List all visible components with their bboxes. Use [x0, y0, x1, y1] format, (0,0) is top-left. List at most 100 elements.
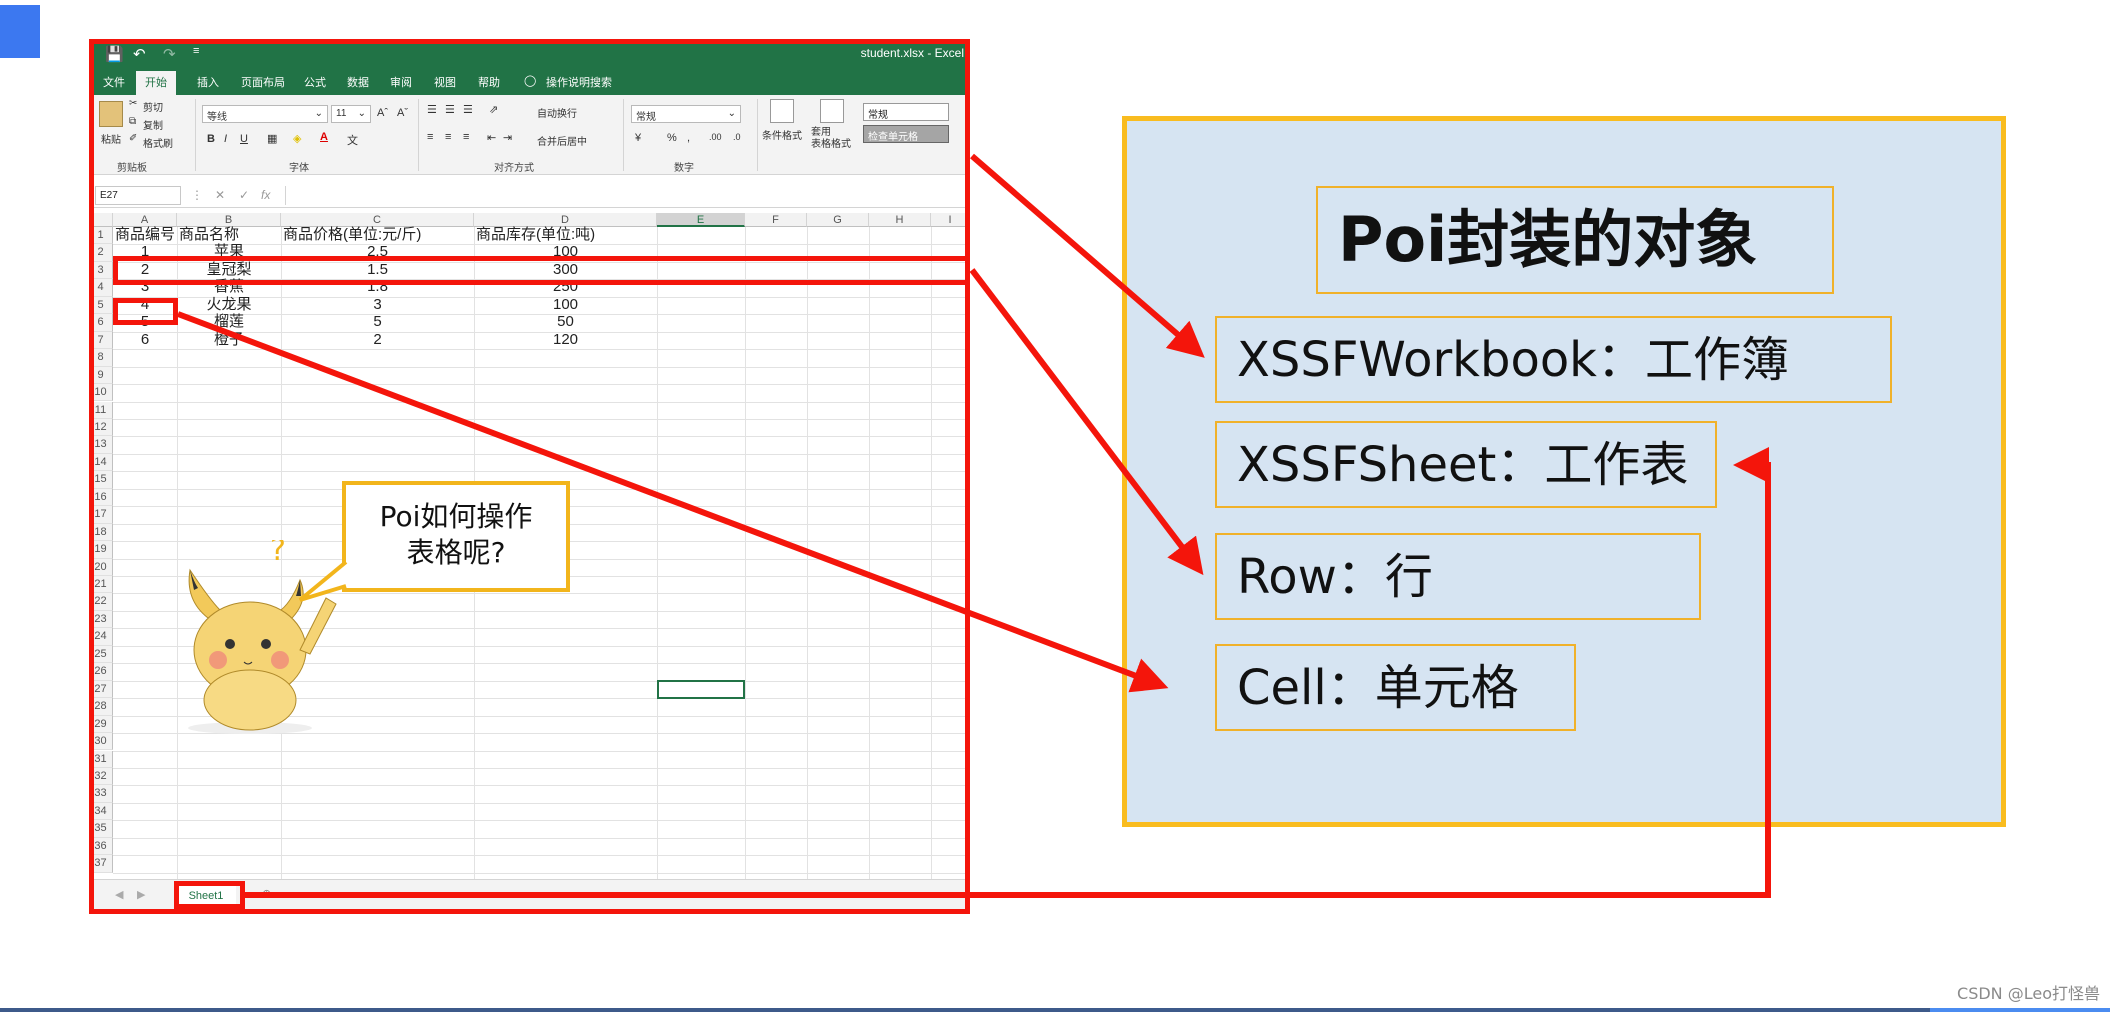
align-left-icon[interactable]: ≡ [427, 131, 433, 143]
bold-button[interactable]: B [207, 133, 215, 145]
row-header[interactable]: 23 [89, 610, 113, 629]
cell[interactable]: 火龙果 [177, 296, 281, 313]
copy-button[interactable]: 复制 [143, 117, 163, 132]
column-header-i[interactable]: I [931, 213, 970, 227]
cut-button[interactable]: 剪切 [143, 99, 163, 114]
row-header[interactable]: 28 [89, 698, 113, 716]
name-box[interactable]: E27 [95, 186, 181, 205]
row-header[interactable]: 24 [89, 628, 113, 646]
row-header[interactable]: 35 [89, 820, 113, 838]
conditional-format-icon[interactable] [770, 99, 794, 123]
column-header-c[interactable]: C [281, 213, 474, 227]
column-header-a[interactable]: A [113, 213, 177, 227]
paste-icon[interactable] [99, 101, 123, 127]
paste-label[interactable]: 粘贴 [101, 131, 121, 146]
next-sheet-icon[interactable]: ▶ [137, 888, 145, 901]
cell[interactable]: 商品名称 [179, 226, 239, 243]
tab-formulas[interactable]: 公式 [304, 74, 326, 90]
align-top-icon[interactable]: ☰ [427, 103, 437, 116]
row-header[interactable]: 31 [89, 750, 113, 768]
row-header[interactable]: 5 [89, 296, 113, 315]
align-center-icon[interactable]: ≡ [445, 131, 451, 143]
add-sheet-icon[interactable]: ⊕ [262, 887, 271, 900]
merge-center-button[interactable]: 合并后居中 [537, 133, 587, 148]
font-name-select[interactable]: 等线 ⌄ [202, 105, 328, 123]
cell[interactable]: 5 [281, 313, 474, 330]
row-header[interactable]: 11 [89, 401, 113, 419]
row-header[interactable]: 21 [89, 576, 113, 594]
undo-icon[interactable]: ↶ [133, 45, 146, 63]
column-header-d[interactable]: D [474, 213, 657, 227]
increase-decimal-icon[interactable]: .00 [709, 132, 722, 142]
row-header[interactable]: 36 [89, 837, 113, 856]
tab-page-layout[interactable]: 页面布局 [241, 74, 285, 90]
align-middle-icon[interactable]: ☰ [445, 103, 455, 116]
cancel-icon[interactable]: ✕ [215, 188, 225, 202]
column-header-f[interactable]: F [745, 213, 807, 227]
tab-review[interactable]: 审阅 [390, 74, 412, 90]
row-header[interactable]: 3 [89, 261, 113, 280]
column-header-h[interactable]: H [869, 213, 931, 227]
tab-view[interactable]: 视图 [434, 74, 456, 90]
column-header-g[interactable]: G [807, 213, 869, 227]
row-header[interactable]: 2 [89, 244, 113, 262]
outdent-icon[interactable]: ⇥ [503, 131, 512, 144]
tab-help[interactable]: 帮助 [478, 74, 500, 90]
cell[interactable]: 100 [474, 296, 657, 313]
row-header[interactable]: 4 [89, 279, 113, 297]
row-header[interactable]: 34 [89, 802, 113, 821]
row-header[interactable]: 12 [89, 418, 113, 437]
comma-icon[interactable]: , [687, 132, 690, 144]
row-header[interactable]: 1 [89, 227, 113, 245]
save-icon[interactable]: 💾 [105, 45, 124, 63]
cell[interactable]: 50 [474, 313, 657, 330]
align-bottom-icon[interactable]: ☰ [463, 103, 473, 116]
redo-icon[interactable]: ↷ [163, 45, 176, 63]
cell[interactable]: 商品价格(单位:元/斤) [283, 226, 421, 243]
row-header[interactable]: 32 [89, 767, 113, 786]
row-header[interactable]: 9 [89, 366, 113, 385]
borders-icon[interactable]: ▦ [267, 132, 277, 145]
grow-font-icon[interactable]: Aˆ [377, 107, 388, 119]
column-header-e[interactable]: E [657, 213, 745, 227]
cell[interactable]: 商品库存(单位:吨) [476, 226, 595, 243]
percent-button[interactable]: % [667, 132, 677, 144]
row-header[interactable]: 15 [89, 471, 113, 489]
row-header[interactable]: 7 [89, 331, 113, 350]
underline-button[interactable]: U [240, 133, 248, 145]
row-header[interactable]: 14 [89, 453, 113, 472]
font-color-icon[interactable]: A [320, 131, 328, 143]
font-size-select[interactable]: 11 ⌄ [331, 105, 371, 123]
cell[interactable]: 6 [113, 331, 177, 348]
cell[interactable]: 3 [281, 296, 474, 313]
cell[interactable]: 2 [281, 331, 474, 348]
shrink-font-icon[interactable]: Aˇ [397, 107, 408, 119]
decrease-decimal-icon[interactable]: .0 [733, 132, 741, 142]
active-cell-e27[interactable] [657, 679, 745, 700]
row-header[interactable]: 16 [89, 488, 113, 507]
select-all-corner[interactable] [89, 213, 113, 227]
align-right-icon[interactable]: ≡ [463, 131, 469, 143]
cell[interactable]: 橙子 [177, 331, 281, 348]
row-header[interactable]: 37 [89, 855, 113, 873]
number-format-select[interactable]: 常规 ⌄ [631, 105, 741, 123]
table-format-icon[interactable] [820, 99, 844, 123]
italic-button[interactable]: I [224, 133, 227, 145]
tell-me-search[interactable]: 操作说明搜索 [546, 74, 612, 90]
row-header[interactable]: 10 [89, 384, 113, 402]
prev-sheet-icon[interactable]: ◀ [115, 888, 123, 901]
row-header[interactable]: 17 [89, 506, 113, 524]
customize-qat-icon[interactable]: ≡ [193, 45, 199, 57]
orientation-icon[interactable]: ⇗ [489, 103, 498, 116]
row-header[interactable]: 22 [89, 593, 113, 611]
tab-home[interactable]: 开始 [136, 71, 176, 95]
row-header[interactable]: 13 [89, 436, 113, 454]
tab-insert[interactable]: 插入 [197, 74, 219, 90]
row-header[interactable]: 19 [89, 541, 113, 559]
row-header[interactable]: 33 [89, 785, 113, 803]
table-format-button[interactable]: 套用 表格格式 [811, 127, 851, 151]
cell[interactable]: 榴莲 [177, 313, 281, 330]
row-header[interactable]: 18 [89, 523, 113, 542]
conditional-format-button[interactable]: 条件格式 [762, 127, 802, 142]
insert-function-icon[interactable]: fx [261, 188, 270, 202]
